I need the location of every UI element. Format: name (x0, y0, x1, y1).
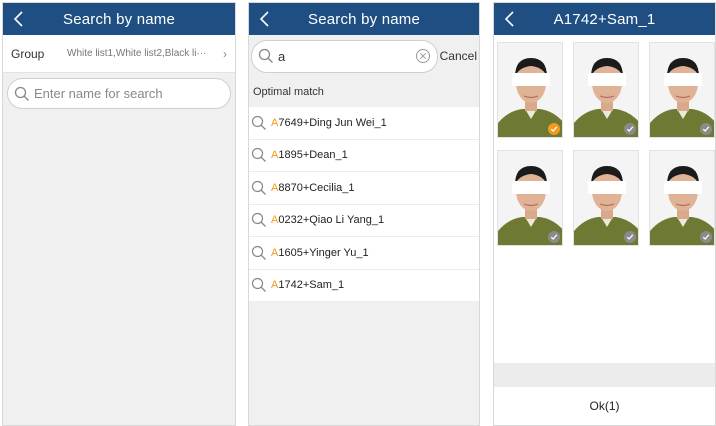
chevron-right-icon: › (223, 46, 227, 61)
section-title: Optimal match (249, 77, 479, 107)
search-icon (251, 277, 267, 293)
result-label: A1605+Yinger Yu_1 (271, 247, 369, 259)
result-label: A1742+Sam_1 (271, 279, 344, 291)
list-item[interactable]: A8870+Cecilia_1 (249, 172, 479, 205)
photo-select-screen: A1742+Sam_1 Ok(1) (493, 2, 716, 426)
photo-thumbnail[interactable] (649, 150, 715, 246)
list-item[interactable]: A1742+Sam_1 (249, 270, 479, 302)
result-label: A8870+Cecilia_1 (271, 182, 354, 194)
result-label: A1895+Dean_1 (271, 149, 348, 161)
search-icon (251, 147, 267, 163)
result-label: A7649+Ding Jun Wei_1 (271, 117, 387, 129)
list-item[interactable]: A0232+Qiao Li Yang_1 (249, 205, 479, 237)
result-rest: 1605+Yinger Yu_1 (278, 246, 369, 259)
ok-bar: Ok(1) (494, 387, 715, 425)
checkmark-icon[interactable] (548, 123, 560, 135)
group-label: Group (11, 46, 45, 61)
search-box[interactable] (7, 78, 231, 109)
search-icon (251, 245, 267, 261)
search-input[interactable] (278, 48, 413, 64)
result-rest: 8870+Cecilia_1 (278, 181, 355, 194)
search-by-name-screen: Search by name Group White list1,White l… (2, 2, 236, 426)
search-results-screen: Search by name Cancel Optimal match A764… (248, 2, 480, 426)
search-box[interactable] (251, 39, 438, 73)
photo-thumbnail[interactable] (573, 42, 639, 138)
checkmark-icon[interactable] (624, 123, 636, 135)
photo-thumbnail[interactable] (649, 42, 715, 138)
page-title: Search by name (62, 10, 176, 28)
result-label: A0232+Qiao Li Yang_1 (271, 214, 384, 226)
search-icon (258, 48, 274, 64)
ok-button[interactable]: Ok(1) (590, 399, 620, 413)
result-rest: 1742+Sam_1 (278, 279, 345, 292)
list-item[interactable]: A1895+Dean_1 (249, 140, 479, 172)
search-input[interactable] (34, 86, 224, 101)
chevron-left-icon[interactable] (11, 10, 27, 28)
search-icon (251, 212, 267, 228)
list-item[interactable]: A1605+Yinger Yu_1 (249, 237, 479, 270)
clear-icon[interactable] (415, 48, 431, 64)
result-rest: 7649+Ding Jun Wei_1 (278, 116, 387, 129)
photo-thumbnail[interactable] (573, 150, 639, 246)
page-title: A1742+Sam_1 (553, 10, 656, 28)
chevron-left-icon[interactable] (502, 10, 518, 28)
divider (494, 363, 715, 387)
group-value: White list1,White list2,Black li··· (67, 48, 207, 59)
photo-grid (494, 35, 715, 363)
checkmark-icon[interactable] (700, 123, 712, 135)
photo-thumbnail[interactable] (497, 42, 563, 138)
photo-thumbnail[interactable] (497, 150, 563, 246)
search-icon (251, 180, 267, 196)
group-selector[interactable]: Group White list1,White list2,Black li··… (3, 35, 235, 73)
search-icon (14, 86, 30, 102)
navbar: A1742+Sam_1 (494, 3, 715, 35)
checkmark-icon[interactable] (700, 231, 712, 243)
search-icon (251, 115, 267, 131)
result-list: A7649+Ding Jun Wei_1 A1895+Dean_1 A8870+… (249, 107, 479, 302)
checkmark-icon[interactable] (548, 231, 560, 243)
cancel-button[interactable]: Cancel (440, 49, 479, 63)
page-title: Search by name (307, 10, 421, 28)
result-rest: 0232+Qiao Li Yang_1 (278, 214, 385, 227)
navbar: Search by name (249, 3, 479, 35)
chevron-left-icon[interactable] (257, 10, 273, 28)
list-item[interactable]: A7649+Ding Jun Wei_1 (249, 107, 479, 140)
checkmark-icon[interactable] (624, 231, 636, 243)
search-bar: Cancel (249, 35, 479, 77)
navbar: Search by name (3, 3, 235, 35)
result-rest: 1895+Dean_1 (278, 149, 348, 162)
